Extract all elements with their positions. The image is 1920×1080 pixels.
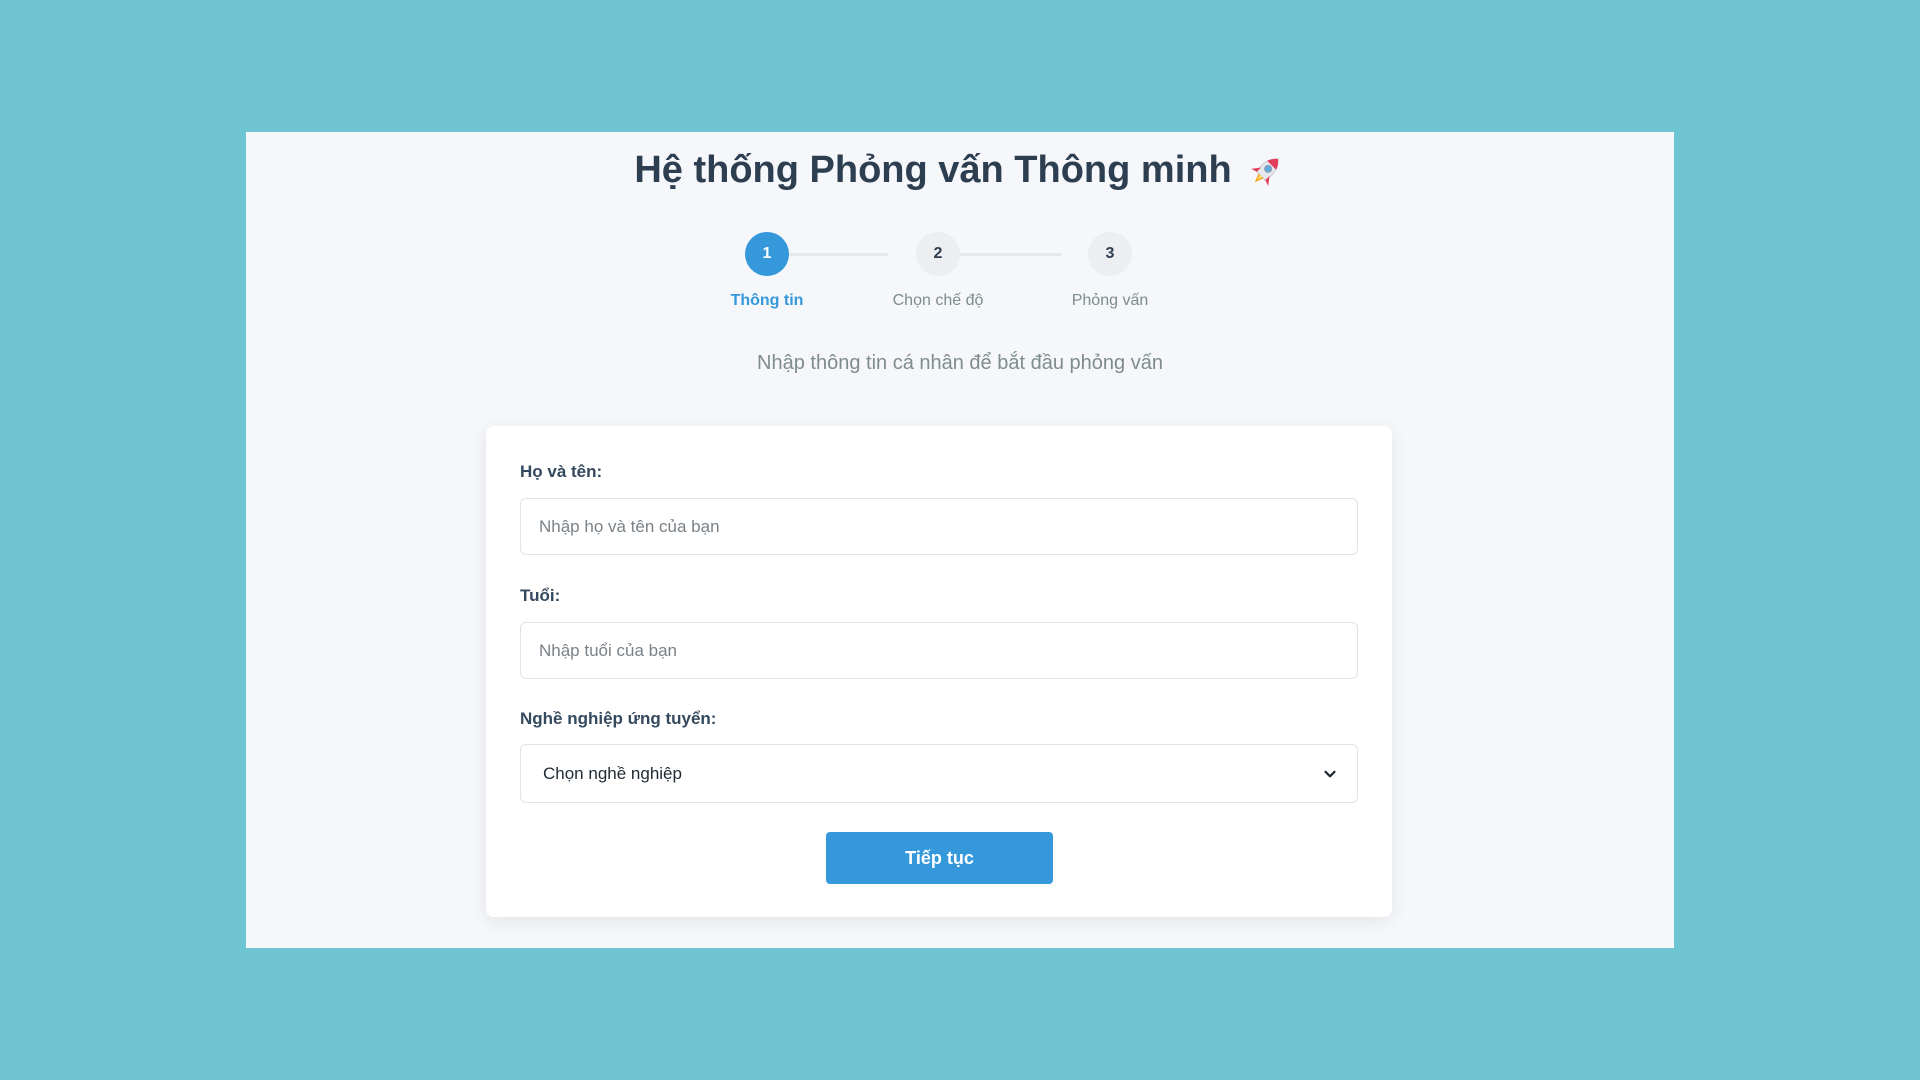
step-1-number: 1 (745, 232, 789, 276)
name-label: Họ và tên: (520, 462, 603, 481)
app-frame: Hệ thống Phỏng vấn Thông minh 1 Thông ti… (246, 132, 1674, 948)
page-title: Hệ thống Phỏng vấn Thông minh (246, 148, 1674, 194)
rocket-icon (1246, 151, 1286, 191)
chevron-down-icon (1323, 767, 1337, 781)
progress-stepper: 1 Thông tin 2 Chọn chế độ 3 Phỏng vấn (246, 232, 1674, 322)
step-2-number: 2 (916, 232, 960, 276)
name-input[interactable] (520, 498, 1358, 555)
step-3-number: 3 (1088, 232, 1132, 276)
continue-button[interactable]: Tiếp tục (826, 832, 1053, 884)
step-1-label: Thông tin (730, 292, 804, 309)
occupation-label: Nghề nghiệp ứng tuyển: (520, 709, 717, 728)
step-3: 3 Phỏng vấn (1040, 232, 1180, 310)
personal-info-form: Họ và tên: Tuổi: Nghề nghiệp ứng tuyển: … (486, 426, 1392, 917)
page-subtitle: Nhập thông tin cá nhân để bắt đầu phỏng … (757, 352, 1163, 374)
step-2-label: Chọn chế độ (892, 292, 984, 309)
step-2: 2 Chọn chế độ (868, 232, 1008, 310)
occupation-select-value: Chọn nghề nghiệp (543, 763, 682, 783)
step-1: 1 Thông tin (697, 232, 837, 310)
page-title-text: Hệ thống Phỏng vấn Thông minh (634, 149, 1232, 191)
age-input[interactable] (520, 622, 1358, 679)
age-label: Tuổi: (520, 586, 561, 605)
step-3-label: Phỏng vấn (1071, 292, 1149, 309)
occupation-select[interactable]: Chọn nghề nghiệp (520, 744, 1358, 803)
